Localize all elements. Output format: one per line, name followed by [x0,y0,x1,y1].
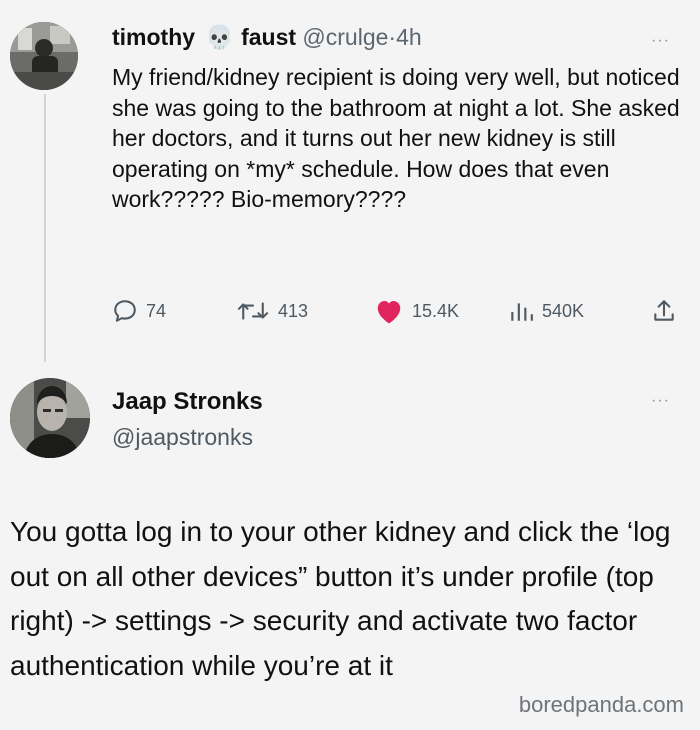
tweet-text: My friend/kidney recipient is doing very… [112,64,680,212]
reply-author-handle[interactable]: @jaapstronks [112,422,253,452]
thread-line [44,94,46,362]
views-icon [511,303,533,321]
tweet-time[interactable]: 4h [396,24,422,50]
reply-more-icon[interactable]: ··· [651,392,670,410]
like-count: 15.4K [412,300,460,321]
avatar-timothy[interactable] [10,22,78,90]
retweet-button[interactable]: 413 [236,296,308,326]
author-last-name[interactable]: faust [241,24,296,50]
like-button[interactable]: 15.4K [374,296,459,326]
views-button[interactable]: 540K [508,296,584,326]
avatar-image [10,378,90,458]
tweet-more-icon[interactable]: ··· [651,32,670,50]
avatar-jaap[interactable] [10,378,90,458]
heart-icon [377,301,401,324]
time-separator: · [388,24,397,50]
tweet-author-row: timothy 💀 faust @crulge·4h [112,22,422,52]
reply-text: You gotta log in to your other kidney an… [10,516,671,681]
retweet-icon [237,302,269,320]
watermark: boredpanda.com [518,692,684,717]
author-first-name[interactable]: timothy [112,24,195,50]
views-count: 540K [542,300,585,321]
reply-icon [114,300,136,322]
reply-author-name[interactable]: Jaap Stronks [112,386,263,418]
tweet-actions: 74 413 15.4K 540K [112,296,692,326]
retweet-count: 413 [278,300,309,321]
reply-count: 74 [146,300,167,321]
share-icon [654,300,674,321]
author-handle[interactable]: @crulge [302,24,388,50]
avatar-image [10,22,78,90]
share-button[interactable] [651,296,677,326]
reply-button[interactable]: 74 [112,296,166,326]
skull-emoji-icon: 💀 [205,24,234,50]
